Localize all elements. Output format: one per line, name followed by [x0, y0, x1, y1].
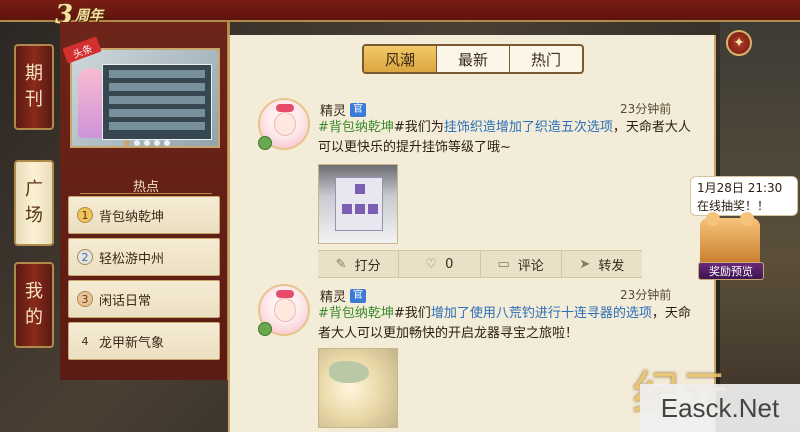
event-bubble[interactable]: 1月28日 21:30 在线抽奖！！ [690, 176, 798, 216]
like-button[interactable]: ♡ 0 [399, 251, 481, 277]
hot-item-label: 闲话日常 [99, 293, 152, 309]
reward-preview-button[interactable]: 奖励预览 [698, 262, 764, 280]
tab-hot[interactable]: 热门 [510, 46, 582, 72]
event-mascot-icon[interactable] [700, 212, 760, 266]
official-badge: 官 [350, 102, 367, 117]
hot-item[interactable]: 4 龙甲新气象 [68, 322, 220, 360]
side-tab-label: 广 [25, 179, 43, 200]
share-button[interactable]: ➤ 转发 [562, 251, 642, 277]
post-content: #背包纳乾坤#我们为挂饰织造增加了织造五次选项，天命者大人可以更快乐的提升挂饰等… [318, 118, 698, 158]
hot-item-label: 龙甲新气象 [99, 335, 165, 351]
post-content: #背包纳乾坤#我们增加了使用八荒钓进行十连寻器的选项，天命者大人可以更加畅快的开… [318, 304, 698, 344]
pagination-dot[interactable] [144, 140, 150, 146]
heart-icon: ♡ [425, 256, 438, 272]
background-right [720, 0, 800, 432]
side-tab-label: 刊 [25, 89, 43, 110]
post-highlight: 挂饰织造增加了织造五次选项 [443, 120, 613, 135]
rank-badge: 4 [81, 334, 89, 348]
like-count: 0 [445, 256, 454, 272]
rate-label: 打分 [354, 258, 381, 274]
official-badge: 官 [350, 288, 367, 303]
pagination-dot[interactable] [154, 140, 160, 146]
side-tab-label: 我 [25, 281, 43, 302]
pagination-dot[interactable] [124, 140, 130, 146]
side-tab-label: 期 [25, 63, 43, 84]
rank-badge: 3 [77, 291, 93, 307]
comment-icon: ▭ [497, 256, 510, 272]
tab-latest[interactable]: 最新 [437, 46, 510, 72]
hot-item[interactable]: 1 背包纳乾坤 [68, 196, 220, 234]
side-tab-label: 场 [25, 205, 43, 226]
post-hashtag[interactable]: #背包纳乾坤 [318, 120, 394, 135]
post-actions: ✎ 打分 ♡ 0 ▭ 评论 ➤ 转发 [318, 250, 642, 278]
hot-item-label: 轻松游中州 [99, 251, 165, 267]
post-time: 23分钟前 [620, 102, 672, 116]
watermark: Easck.Net [640, 384, 800, 432]
post-time: 23分钟前 [620, 288, 672, 302]
hot-title: 热点 [80, 176, 212, 195]
pagination-dot[interactable] [134, 140, 140, 146]
comment-button[interactable]: ▭ 评论 [481, 251, 562, 277]
feed-tabs: 风潮 最新 热门 [362, 44, 584, 74]
headline-banner[interactable] [70, 48, 220, 148]
hot-item[interactable]: 2 轻松游中州 [68, 238, 220, 276]
rate-button[interactable]: ✎ 打分 [318, 251, 400, 277]
side-tab-mine[interactable]: 我 的 [14, 262, 54, 348]
post-text: #我们 [393, 306, 431, 321]
author-name: 精灵 [320, 104, 347, 119]
tab-trend[interactable]: 风潮 [364, 46, 437, 72]
comment-label: 评论 [517, 258, 544, 274]
side-tab-label: 的 [25, 307, 43, 328]
banner-pagination[interactable] [124, 140, 170, 146]
share-icon: ➤ [579, 256, 591, 272]
author-name: 精灵 [320, 290, 347, 305]
post-highlight: 增加了使用八荒钓进行十连寻器的选项 [430, 306, 652, 321]
post-image[interactable] [318, 164, 398, 244]
banner-screenshot [102, 64, 212, 140]
avatar[interactable] [258, 284, 310, 336]
banner-character [78, 68, 104, 138]
post-author: 精灵 官 [320, 100, 367, 119]
share-label: 转发 [598, 258, 625, 274]
rank-badge: 2 [77, 249, 93, 265]
hot-item-label: 背包纳乾坤 [99, 209, 165, 225]
post-author: 精灵 官 [320, 286, 367, 305]
feed-post: 精灵 官 23分钟前 #背包纳乾坤#我们为挂饰织造增加了织造五次选项，天命者大人… [258, 98, 708, 248]
post-text: #我们为 [393, 120, 444, 135]
close-star-icon[interactable]: ✦ [726, 30, 752, 56]
hot-item[interactable]: 3 闲话日常 [68, 280, 220, 318]
post-hashtag[interactable]: #背包纳乾坤 [318, 306, 394, 321]
avatar[interactable] [258, 98, 310, 150]
pagination-dot[interactable] [164, 140, 170, 146]
side-tab-square[interactable]: 广 场 [14, 160, 54, 246]
rate-icon: ✎ [335, 256, 347, 272]
post-image[interactable] [318, 348, 398, 428]
side-tab-journal[interactable]: 期 刊 [14, 44, 54, 130]
rank-badge: 1 [77, 207, 93, 223]
